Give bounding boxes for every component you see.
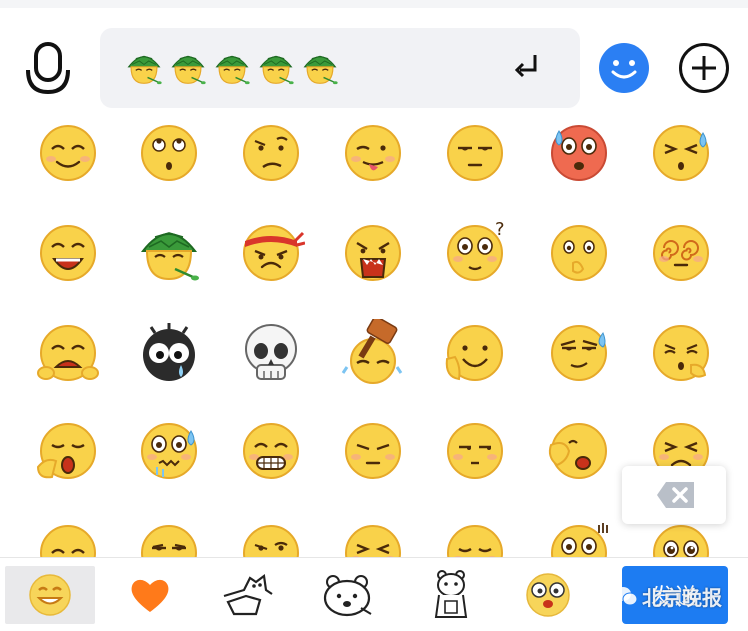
tab-sticker-emoji[interactable] — [503, 566, 593, 624]
screaming-emoji-icon[interactable] — [339, 219, 407, 287]
tab-emoji[interactable] — [5, 566, 95, 624]
wechat-icon — [615, 587, 638, 606]
pouting-emoji-icon[interactable] — [339, 417, 407, 485]
grin-teeth-emoji-icon[interactable] — [237, 417, 305, 485]
question-emoji-icon[interactable]: ? — [441, 219, 509, 287]
teary-eyed-emoji-icon[interactable] — [647, 519, 715, 557]
tab-favorites[interactable] — [105, 566, 195, 624]
smirk-sweat-emoji-icon[interactable] — [545, 319, 613, 387]
thinking-emoji-icon[interactable] — [647, 319, 715, 387]
watermark-text: 北京晚报 — [642, 587, 722, 610]
message-input[interactable] — [100, 28, 580, 108]
hand-on-mouth-emoji-icon[interactable] — [545, 219, 613, 287]
unamused-emoji-icon[interactable] — [441, 119, 509, 187]
smile-tab-icon — [29, 574, 71, 616]
sneer-emoji-icon[interactable] — [237, 519, 305, 557]
crying-hug-emoji-icon[interactable] — [34, 319, 102, 387]
sad-emoji-icon[interactable] — [135, 519, 203, 557]
sweat-squint-emoji-icon[interactable] — [647, 119, 715, 187]
turtle-emoji-icon — [171, 55, 206, 85]
add-button[interactable] — [678, 42, 730, 94]
watermark: 北京晚报 — [614, 581, 722, 611]
shy-sweat-emoji-icon[interactable] — [135, 417, 203, 485]
rolling-eyes-emoji-icon[interactable] — [135, 119, 203, 187]
turtle-emoji-icon — [215, 55, 250, 85]
dizzy-emoji-icon[interactable] — [647, 219, 715, 287]
yawn-emoji-icon[interactable] — [34, 417, 102, 485]
tab-sticker-cat[interactable] — [203, 566, 293, 624]
shocked-emoji-icon[interactable] — [545, 119, 613, 187]
typed-emoji-list — [124, 44, 340, 92]
smile-emoji-icon[interactable] — [34, 119, 102, 187]
face-covering-emoji-icon[interactable] — [545, 417, 613, 485]
cat-sticker-icon — [223, 574, 273, 616]
enter-icon[interactable] — [512, 52, 542, 82]
polar-bear-sticker-icon — [434, 570, 468, 618]
angry-headband-emoji-icon[interactable] — [237, 219, 305, 287]
facepalm-smile-emoji-icon[interactable] — [441, 319, 509, 387]
turtle-emoji-icon — [303, 55, 338, 85]
svg-text:?: ? — [495, 219, 505, 240]
bear-sticker-icon — [323, 575, 372, 617]
squint-laugh-emoji-icon[interactable] — [339, 519, 407, 557]
delete-button[interactable] — [622, 466, 726, 524]
turtle-emoji-icon — [127, 55, 162, 85]
upset-emoji-icon[interactable] — [34, 519, 102, 557]
black-blob-emoji-icon[interactable] — [135, 319, 203, 387]
puzzled-emoji-icon[interactable] — [237, 119, 305, 187]
emoji-keyboard-button[interactable] — [598, 42, 650, 94]
heart-icon — [131, 579, 169, 612]
tab-sticker-bear[interactable] — [303, 566, 393, 624]
shocked-lines-emoji-icon[interactable] — [545, 519, 613, 557]
tab-sticker-polar-bear[interactable] — [407, 566, 497, 624]
backspace-icon — [657, 482, 694, 508]
skull-emoji-icon[interactable] — [237, 319, 305, 387]
dizzy-face-sticker-icon — [526, 573, 570, 617]
top-divider — [0, 0, 748, 8]
microphone-icon[interactable] — [20, 40, 76, 96]
sideglance-emoji-icon[interactable] — [441, 417, 509, 485]
giggle-emoji-icon[interactable] — [441, 519, 509, 557]
turtle-emoji-icon — [259, 55, 294, 85]
tongue-out-emoji-icon[interactable] — [339, 119, 407, 187]
laughing-emoji-icon[interactable] — [34, 219, 102, 287]
hammer-emoji-icon[interactable] — [339, 319, 407, 387]
turtle-emoji-icon[interactable] — [135, 219, 203, 287]
